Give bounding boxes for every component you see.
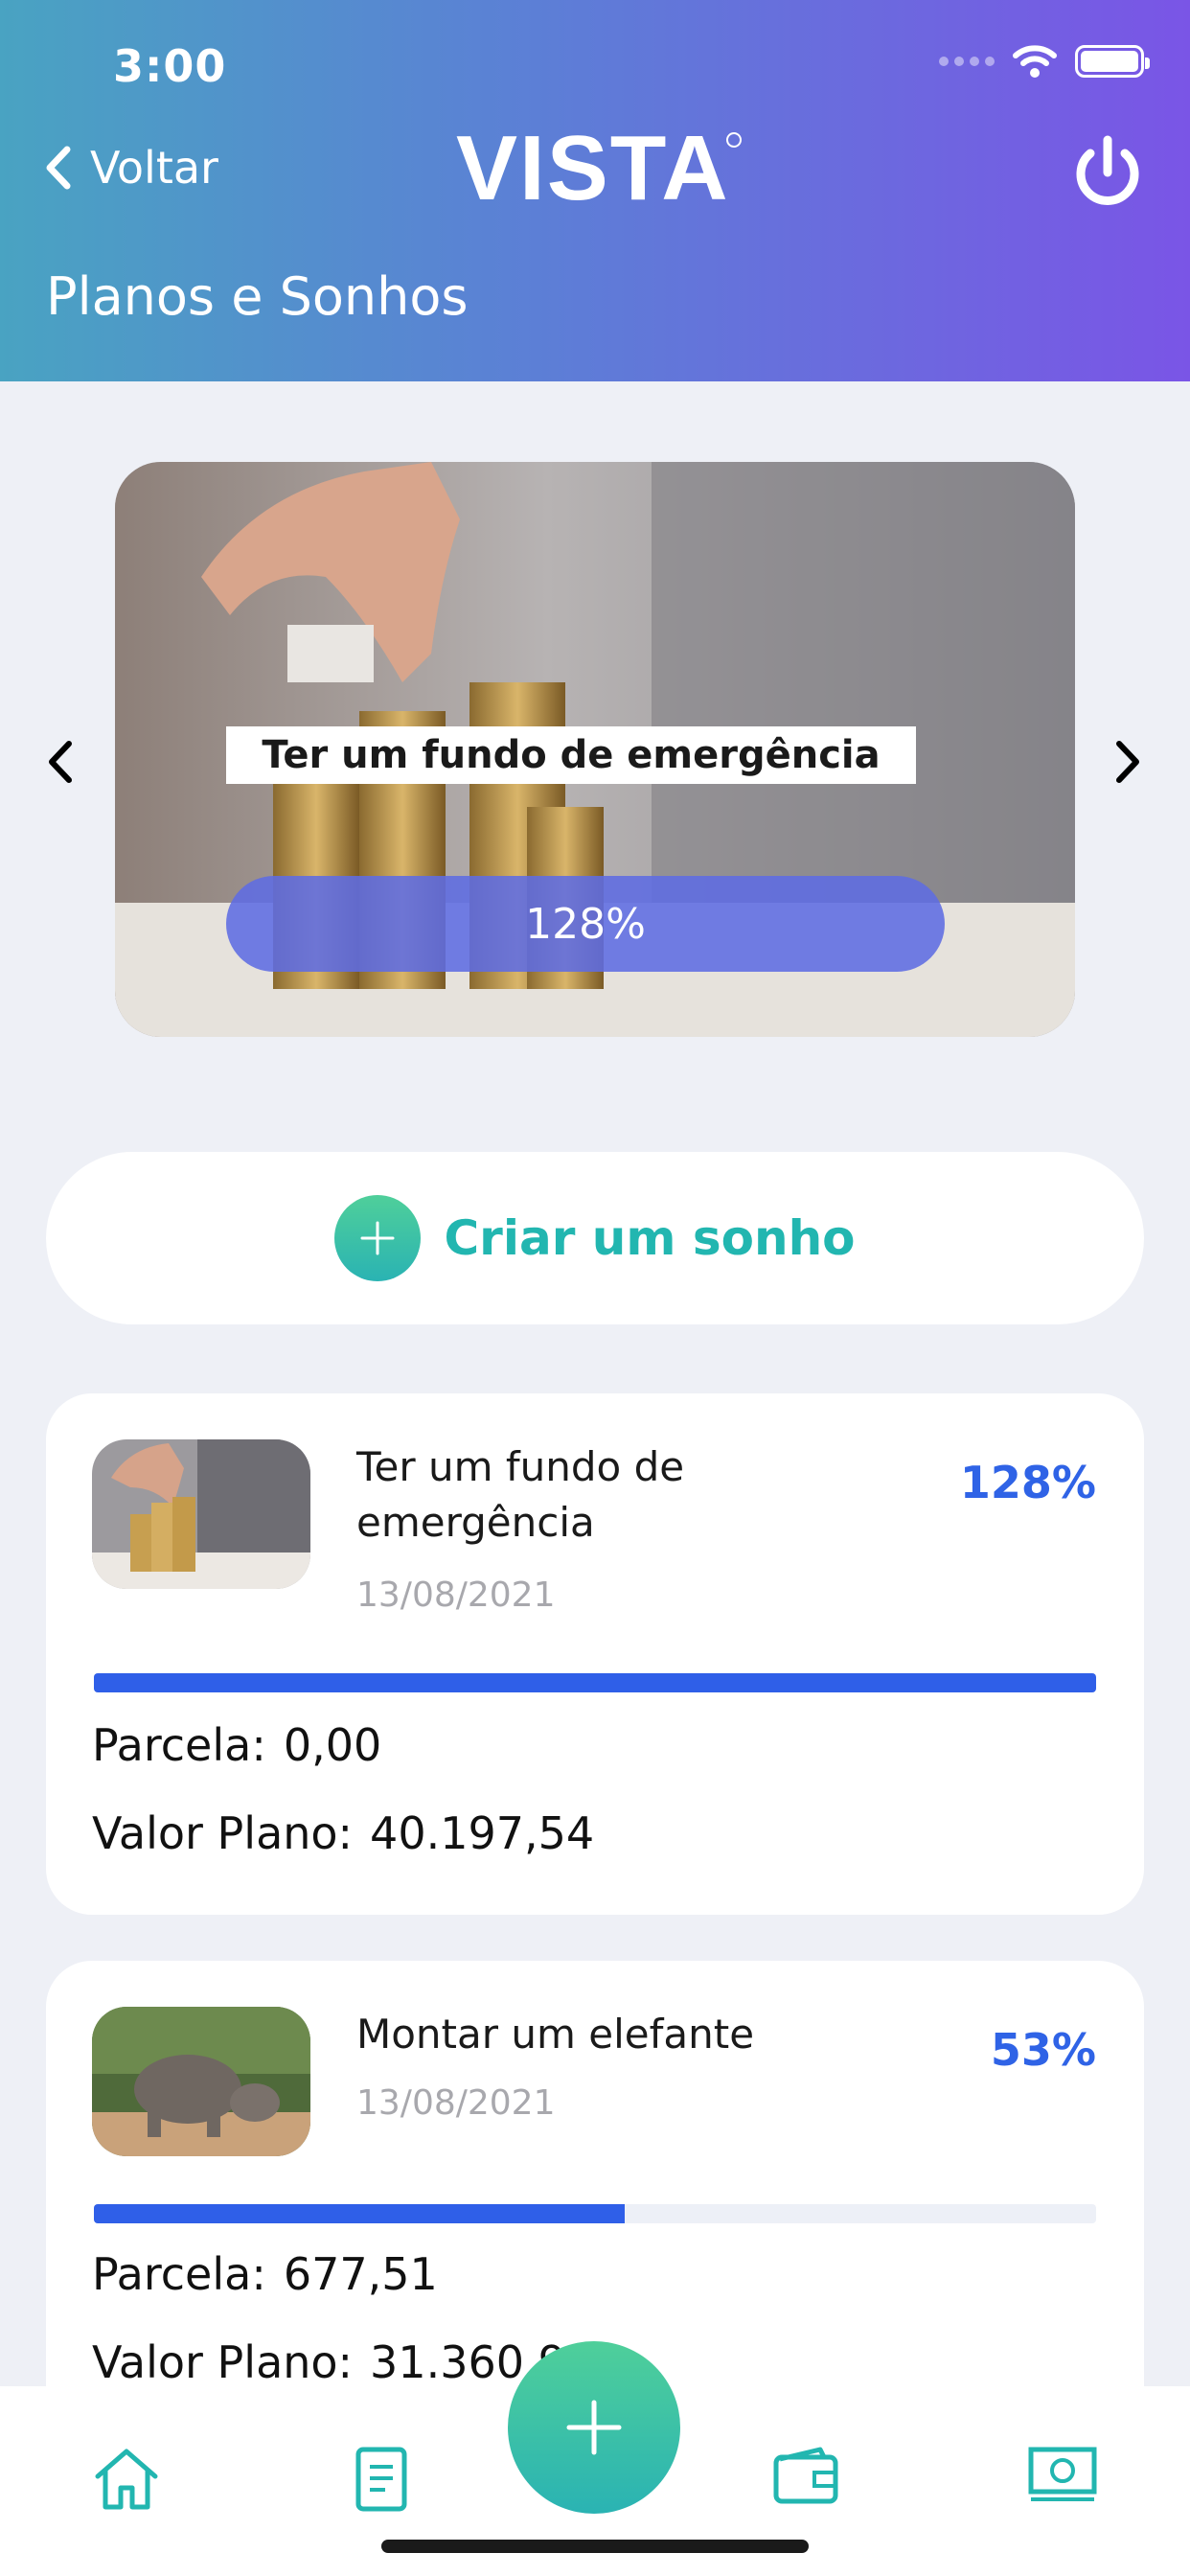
status-indicators	[939, 44, 1150, 79]
installment-value: 0,00	[283, 1719, 382, 1771]
plus-circle-icon	[334, 1195, 422, 1281]
plan-value-label: Valor Plano:	[92, 1807, 354, 1859]
plan-thumbnail	[92, 1439, 310, 1589]
plan-card[interactable]: Ter um fundo de emergência 13/08/2021 12…	[46, 1393, 1144, 1915]
tab-documents[interactable]	[355, 2446, 408, 2517]
page-title: Planos e Sonhos	[46, 266, 469, 327]
tab-money[interactable]	[1027, 2446, 1098, 2507]
plan-value-row: Valor Plano: 40.197,54	[92, 1807, 594, 1859]
tab-home[interactable]	[92, 2446, 161, 2517]
money-icon	[1028, 2447, 1097, 2501]
tab-wallet[interactable]	[772, 2446, 839, 2509]
back-button[interactable]: Voltar	[44, 142, 218, 194]
chevron-left-icon	[49, 741, 72, 783]
plan-date: 13/08/2021	[356, 1576, 556, 1615]
plan-name: Montar um elefante	[356, 2011, 755, 2058]
plan-value-label: Valor Plano:	[92, 2336, 354, 2388]
logo-triangle-icon	[725, 132, 742, 148]
carousel-prev-button[interactable]	[44, 738, 77, 790]
plan-date: 13/08/2021	[356, 2083, 556, 2123]
status-time: 3:00	[113, 40, 227, 92]
vista-logo: VISTA	[456, 117, 744, 219]
chevron-left-icon	[46, 146, 71, 190]
logo-text: VISTA	[456, 117, 730, 219]
plan-progress-bar	[94, 1673, 1096, 1692]
home-icon	[95, 2449, 158, 2510]
signal-icon	[939, 57, 995, 66]
logout-button[interactable]	[1071, 134, 1144, 215]
wallet-icon	[773, 2447, 838, 2504]
plan-progress-fill	[94, 2204, 626, 2223]
coins-thumbnail-image	[92, 1439, 310, 1589]
carousel-progress-pill: 128%	[226, 876, 945, 972]
elephant-thumbnail-image	[92, 2007, 310, 2156]
carousel-next-button[interactable]	[1111, 738, 1144, 790]
plan-progress-bar	[94, 2204, 1096, 2223]
chevron-right-icon	[1116, 741, 1139, 783]
plan-percent: 53%	[990, 2024, 1096, 2076]
app-header: 3:00 Voltar VISTA Planos e Sonhos	[0, 0, 1190, 381]
plan-progress-fill	[94, 1673, 1096, 1692]
power-icon	[1076, 135, 1139, 205]
plan-value-row: Valor Plano: 31.360,9	[92, 2336, 566, 2388]
plan-name: Ter um fundo de emergência	[356, 1443, 685, 1546]
plus-icon	[566, 2400, 622, 2455]
installment-value: 677,51	[283, 2248, 438, 2300]
document-icon	[355, 2447, 407, 2512]
plan-percent: 128%	[959, 1457, 1096, 1508]
carousel-card[interactable]: Ter um fundo de emergência 128%	[115, 462, 1075, 1037]
home-indicator	[381, 2540, 809, 2553]
installment-label: Parcela:	[92, 2248, 266, 2300]
plan-installment-row: Parcela: 0,00	[92, 1719, 381, 1771]
plan-value: 40.197,54	[370, 1807, 595, 1859]
create-dream-button[interactable]: Criar um sonho	[46, 1152, 1144, 1324]
add-floating-button[interactable]	[508, 2341, 680, 2514]
create-dream-label: Criar um sonho	[444, 1210, 856, 1266]
back-label: Voltar	[90, 142, 218, 194]
plan-installment-row: Parcela: 677,51	[92, 2248, 438, 2300]
battery-icon	[1075, 45, 1150, 78]
installment-label: Parcela:	[92, 1719, 266, 1771]
plan-thumbnail	[92, 2007, 310, 2156]
wifi-icon	[1013, 45, 1057, 78]
carousel-title: Ter um fundo de emergência	[226, 726, 916, 784]
